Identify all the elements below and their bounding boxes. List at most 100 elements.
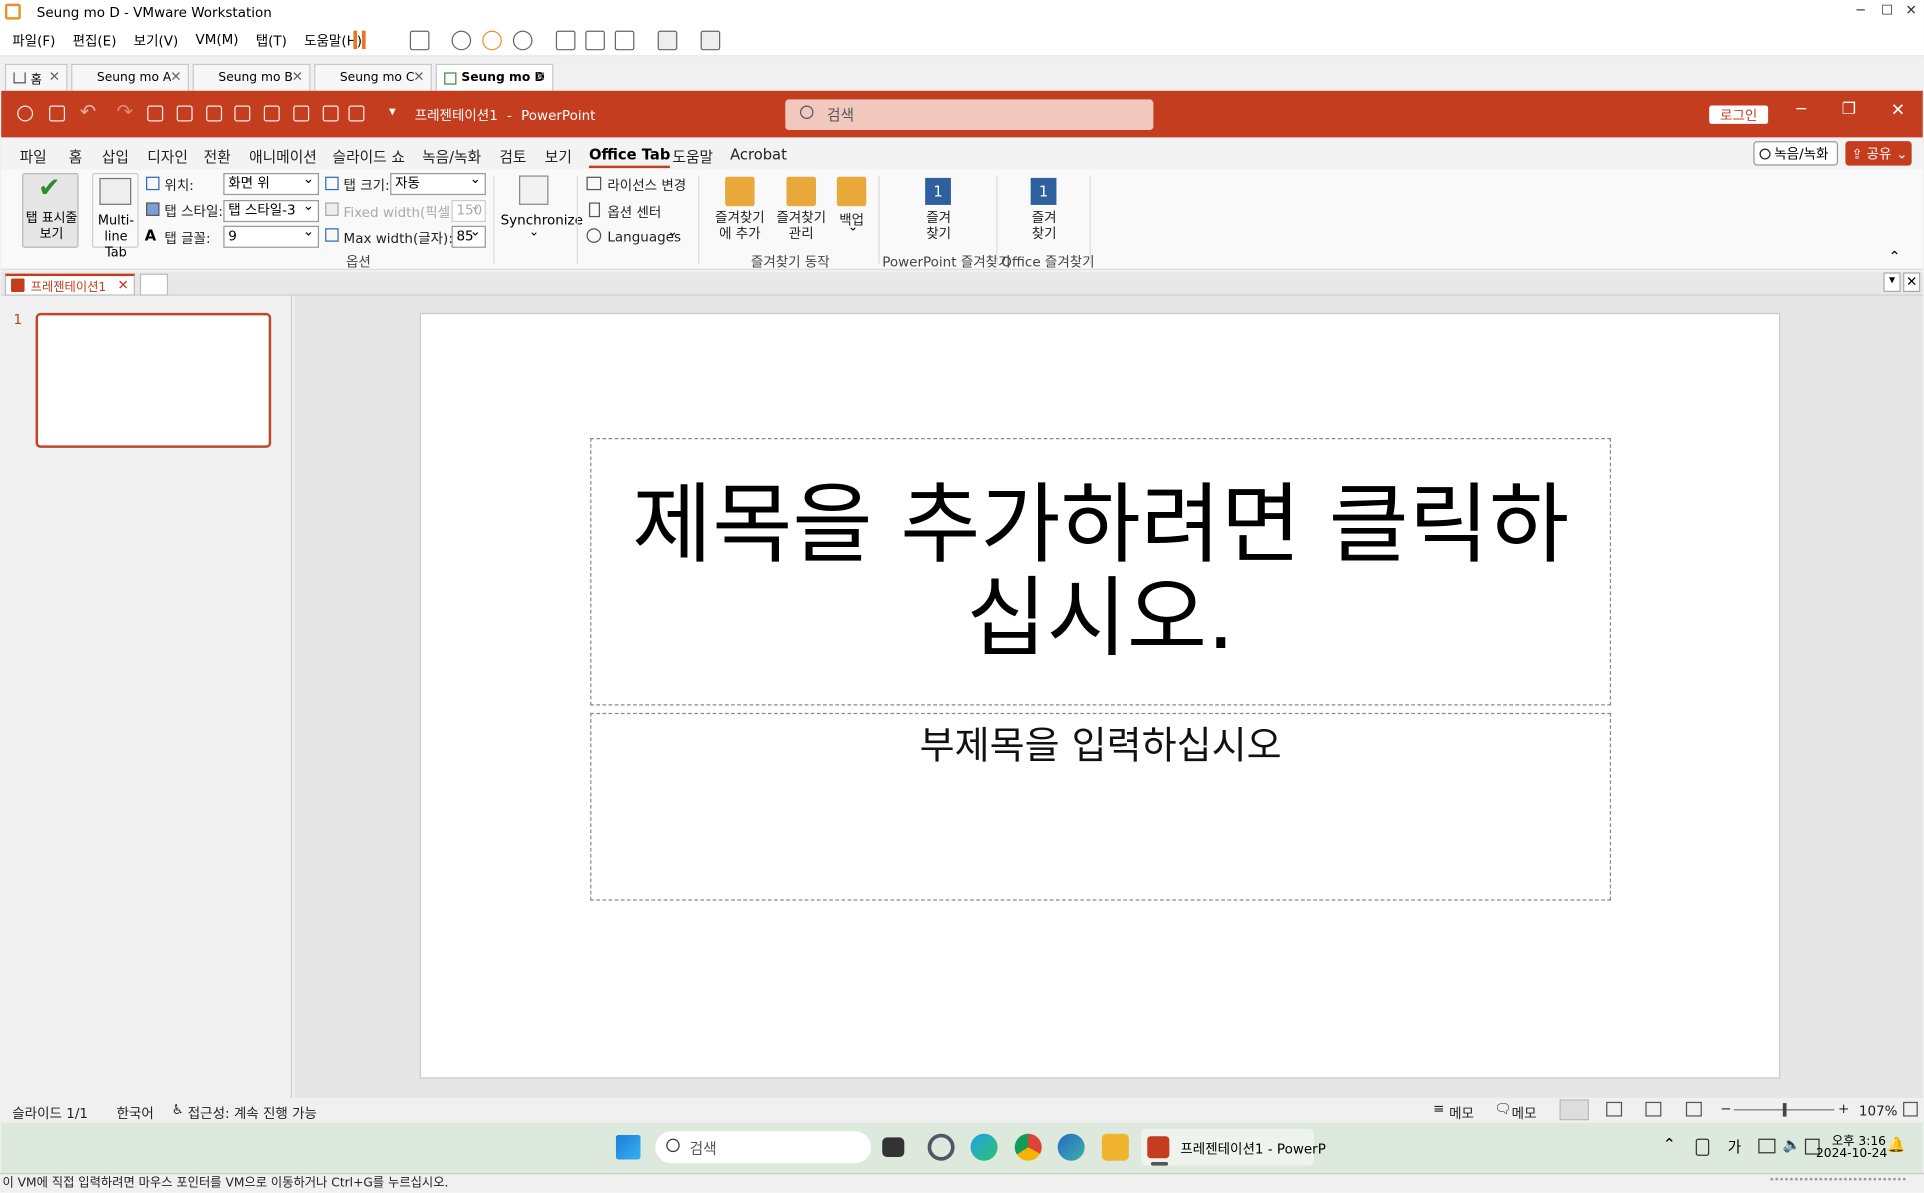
multiline-tab-button[interactable]: Multi- line Tab: [92, 173, 139, 260]
menu-view[interactable]: 보기(V): [134, 30, 179, 50]
format-painter-icon[interactable]: [147, 105, 164, 122]
show-tabs-button[interactable]: ✔ 탭 표시줄 보기: [22, 173, 79, 248]
tab-view[interactable]: 보기: [545, 146, 572, 167]
title-placeholder[interactable]: 제목을 추가하려면 클릭하십시오.: [590, 438, 1612, 706]
library-icon[interactable]: [555, 30, 576, 51]
tab-design[interactable]: 디자인: [147, 146, 188, 167]
tab-slideshow[interactable]: 슬라이드 쇼: [333, 146, 405, 167]
redo-icon[interactable]: ↷: [117, 99, 133, 122]
open-icon[interactable]: [206, 105, 223, 122]
tab-style-select[interactable]: 탭 스타일-3: [223, 196, 320, 223]
taskbar-powerpoint-app[interactable]: 프레젠테이션1 - PowerP: [1141, 1128, 1326, 1166]
slide-thumbnail[interactable]: [35, 312, 272, 448]
minimize-icon[interactable]: ─: [1856, 2, 1864, 18]
office-favorites-button[interactable]: 즐겨 찾기: [1026, 210, 1063, 242]
ppt-favorites-button[interactable]: 즐겨 찾기: [920, 210, 957, 242]
accessibility-status[interactable]: 접근성: 계속 진행 가능: [188, 1103, 317, 1123]
zoom-in-button[interactable]: +: [1838, 1101, 1849, 1117]
maximize-icon[interactable]: ☐: [1881, 2, 1893, 18]
record-button[interactable]: 녹음/녹화: [1753, 141, 1839, 166]
print-icon[interactable]: [263, 105, 280, 122]
minimize-icon[interactable]: ─: [1796, 101, 1806, 119]
slide-sorter-icon[interactable]: [1606, 1101, 1623, 1117]
collapse-ribbon-icon[interactable]: ⌃: [1888, 248, 1900, 265]
send-keys-icon[interactable]: [409, 30, 430, 51]
pause-icon[interactable]: [353, 30, 366, 50]
tab-review[interactable]: 검토: [499, 146, 526, 167]
slideshow-icon[interactable]: [1685, 1101, 1702, 1117]
doc-tab-presentation1[interactable]: 프레젠테이션1 ✕: [4, 273, 135, 296]
max-width-input[interactable]: 85: [451, 222, 486, 248]
stretch-icon[interactable]: [700, 30, 721, 51]
position-select[interactable]: 화면 위: [223, 169, 320, 196]
subtitle-placeholder[interactable]: 부제목을 입력하십시오: [590, 712, 1612, 901]
tab-seung-mo-d[interactable]: Seung mo D ✕: [435, 63, 554, 91]
snapshot-icon[interactable]: [451, 30, 472, 51]
edge-icon[interactable]: [970, 1133, 998, 1161]
tab-acrobat[interactable]: Acrobat: [730, 146, 787, 163]
tab-help[interactable]: 도움말: [672, 146, 713, 167]
windows-start-icon[interactable]: [615, 1134, 641, 1160]
customize-toolbar-icon[interactable]: ▾: [389, 103, 396, 119]
menu-edit[interactable]: 편집(E): [73, 30, 117, 50]
menu-vm[interactable]: VM(M): [195, 32, 238, 48]
close-icon[interactable]: ✕: [49, 69, 60, 85]
tab-transitions[interactable]: 전환: [204, 146, 231, 167]
synchronize-button[interactable]: Synchronize ⌄: [498, 173, 583, 247]
close-icon[interactable]: ✕: [292, 69, 303, 85]
comments-button[interactable]: 메모: [1512, 1103, 1537, 1123]
max-width-checkbox[interactable]: [325, 228, 339, 242]
tab-home[interactable]: 홈 ✕: [4, 63, 68, 91]
undo-icon[interactable]: ↶: [80, 99, 96, 122]
autosave-icon[interactable]: [17, 105, 34, 122]
tab-seung-mo-a[interactable]: Seung mo A ✕: [71, 63, 189, 91]
zoom-out-button[interactable]: −: [1720, 1101, 1731, 1117]
new-file-icon[interactable]: [176, 105, 193, 122]
close-icon[interactable]: ✕: [1891, 101, 1905, 121]
zoom-level[interactable]: 107%: [1859, 1103, 1898, 1119]
notes-button[interactable]: 메모: [1449, 1103, 1474, 1123]
notification-bell-icon[interactable]: 🔔: [1887, 1136, 1905, 1153]
tab-recording[interactable]: 녹음/녹화: [422, 146, 481, 167]
restore-icon[interactable]: ❐: [1842, 101, 1856, 119]
chevron-up-icon[interactable]: ⌃: [1663, 1136, 1676, 1154]
share-button[interactable]: ⇪ 공유 ⌄: [1845, 141, 1912, 166]
tab-list-dropdown-icon[interactable]: ▾: [1883, 272, 1901, 293]
settings-icon[interactable]: [927, 1133, 955, 1161]
close-icon[interactable]: ✕: [1906, 2, 1917, 18]
language-indicator[interactable]: 한국어: [117, 1103, 154, 1123]
tab-home[interactable]: 홈: [69, 146, 83, 167]
close-icon[interactable]: ✕: [170, 69, 181, 85]
tab-seung-mo-b[interactable]: Seung mo B ✕: [192, 63, 311, 91]
reading-view-icon[interactable]: [1645, 1101, 1662, 1117]
close-icon[interactable]: ✕: [1903, 272, 1921, 293]
file-explorer-icon[interactable]: [1101, 1133, 1129, 1161]
usb-icon[interactable]: [1695, 1138, 1710, 1156]
tab-font-select[interactable]: 9: [223, 222, 320, 248]
revert-snapshot-icon[interactable]: [482, 30, 502, 51]
new-doc-tab[interactable]: [139, 273, 169, 296]
tab-seung-mo-c[interactable]: Seung mo C ✕: [314, 63, 432, 91]
tab-animations[interactable]: 애니메이션: [249, 146, 317, 167]
tab-office-tab[interactable]: Office Tab: [588, 146, 671, 169]
taskbar-search[interactable]: 검색: [655, 1131, 872, 1164]
touch-mode-icon[interactable]: [348, 105, 365, 122]
login-button[interactable]: 로그인: [1709, 105, 1769, 124]
close-icon[interactable]: ✕: [413, 69, 424, 85]
preview-icon[interactable]: [293, 105, 310, 122]
chrome-icon[interactable]: [1014, 1133, 1042, 1161]
picture-icon[interactable]: [234, 105, 251, 122]
volume-icon[interactable]: 🔈: [1783, 1136, 1801, 1153]
terminal-icon[interactable]: [657, 30, 678, 51]
spelling-icon[interactable]: [322, 105, 339, 122]
tab-file[interactable]: 파일: [20, 146, 47, 167]
clock-date[interactable]: 2024-10-24: [1816, 1147, 1887, 1160]
clock-time[interactable]: 오후 3:16: [1832, 1130, 1886, 1148]
ime-indicator[interactable]: 가: [1728, 1136, 1742, 1157]
fit-slide-icon[interactable]: [1903, 1101, 1918, 1117]
save-icon[interactable]: [49, 105, 66, 122]
fullscreen-icon[interactable]: [614, 30, 635, 51]
favorites-add-button[interactable]: 즐겨찾기에 추가: [709, 210, 770, 242]
favorites-manage-button[interactable]: 즐겨찾기 관리: [775, 210, 827, 242]
task-view-icon[interactable]: [882, 1137, 905, 1158]
